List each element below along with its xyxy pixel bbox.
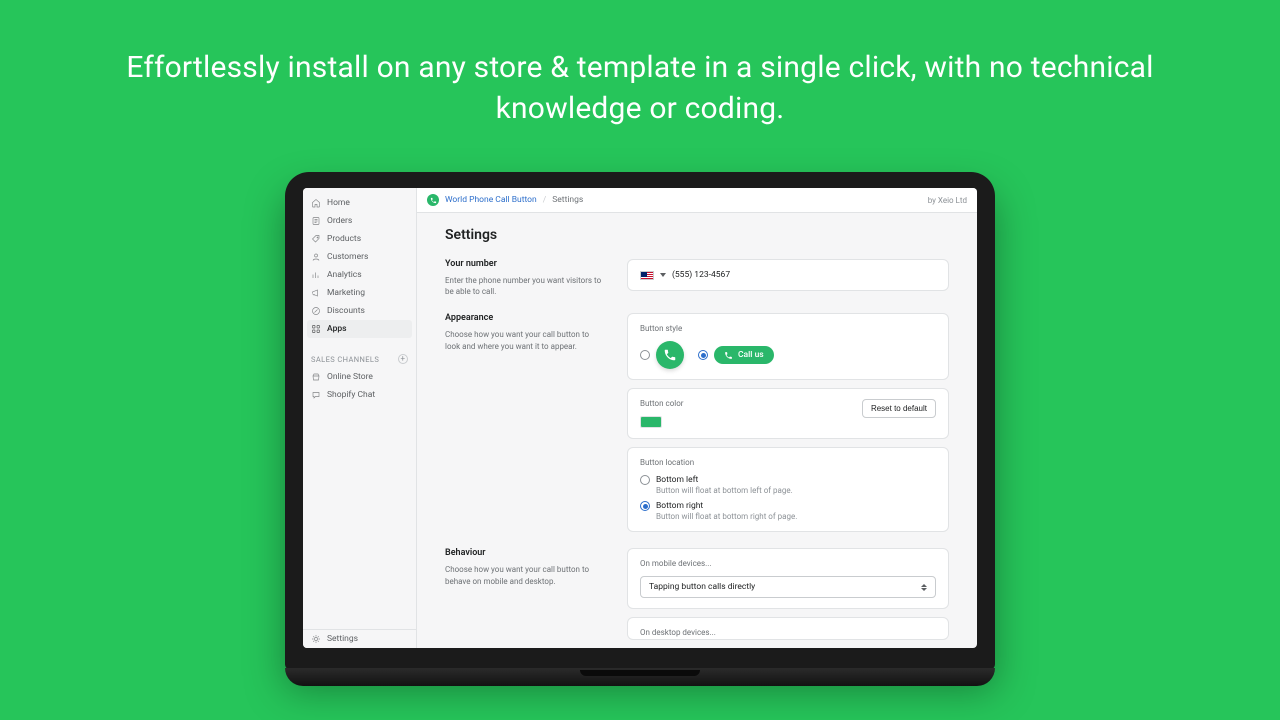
radio-unchecked[interactable]: [640, 350, 650, 360]
card-label: Button location: [640, 458, 936, 467]
option-title: Bottom left: [656, 475, 793, 485]
phone-number-input[interactable]: (555) 123-4567: [640, 270, 936, 280]
button-location-card: Button location Bottom left Button will …: [627, 447, 949, 532]
home-icon: [311, 198, 321, 208]
mobile-behaviour-select[interactable]: Tapping button calls directly: [640, 576, 936, 598]
admin-sidebar: Home Orders Products Customers: [303, 188, 417, 648]
laptop-base: [285, 668, 995, 686]
section-heading: Behaviour: [445, 548, 605, 558]
megaphone-icon: [311, 288, 321, 298]
sidebar-item-label: Online Store: [327, 372, 373, 382]
section-your-number: Your number Enter the phone number you w…: [445, 259, 949, 297]
desktop-behaviour-card: On desktop devices...: [627, 617, 949, 640]
radio-checked[interactable]: [640, 501, 650, 511]
country-flag-icon[interactable]: [640, 271, 654, 280]
section-help: Enter the phone number you want visitors…: [445, 275, 605, 297]
main-panel: World Phone Call Button / Settings by Xe…: [417, 188, 977, 648]
reset-to-default-button[interactable]: Reset to default: [862, 399, 936, 418]
sidebar-item-home[interactable]: Home: [303, 194, 416, 212]
card-label: Button style: [640, 324, 936, 333]
section-help: Choose how you want your call button to …: [445, 329, 605, 351]
location-option-bottom-left[interactable]: Bottom left Button will float at bottom …: [640, 475, 936, 495]
location-option-bottom-right[interactable]: Bottom right Button will float at bottom…: [640, 501, 936, 521]
sidebar-item-label: Products: [327, 234, 361, 244]
sidebar-item-marketing[interactable]: Marketing: [303, 284, 416, 302]
sidebar-item-products[interactable]: Products: [303, 230, 416, 248]
select-arrows-icon: [921, 584, 927, 591]
user-icon: [311, 252, 321, 262]
sidebar-item-label: Analytics: [327, 270, 362, 280]
radio-checked[interactable]: [698, 350, 708, 360]
orders-icon: [311, 216, 321, 226]
gear-icon: [311, 634, 321, 644]
breadcrumb-app-name[interactable]: World Phone Call Button: [445, 195, 537, 205]
pill-label: Call us: [738, 350, 764, 360]
sidebar-channel-online-store[interactable]: Online Store: [303, 368, 416, 386]
section-help: Choose how you want your call button to …: [445, 564, 605, 586]
sidebar-item-label: Settings: [327, 634, 358, 644]
card-label: On mobile devices...: [640, 559, 936, 568]
section-appearance: Appearance Choose how you want your call…: [445, 313, 949, 532]
phone-number-value: (555) 123-4567: [672, 270, 730, 280]
section-heading: Your number: [445, 259, 605, 269]
button-color-card: Button color Reset to default: [627, 388, 949, 439]
sidebar-item-label: Marketing: [327, 288, 365, 298]
card-label: Button color: [640, 399, 683, 408]
chevron-down-icon[interactable]: [660, 273, 666, 277]
page-title: Settings: [445, 227, 949, 243]
chat-icon: [311, 390, 321, 400]
option-title: Bottom right: [656, 501, 797, 511]
sidebar-item-label: Customers: [327, 252, 368, 262]
discount-icon: [311, 306, 321, 316]
phone-icon: [656, 341, 684, 369]
style-option-pill[interactable]: Call us: [698, 346, 774, 364]
sidebar-item-label: Apps: [327, 324, 347, 334]
app-screen: Home Orders Products Customers: [303, 188, 977, 648]
sidebar-item-discounts[interactable]: Discounts: [303, 302, 416, 320]
option-subtitle: Button will float at bottom left of page…: [656, 486, 793, 495]
radio-unchecked[interactable]: [640, 475, 650, 485]
tag-icon: [311, 234, 321, 244]
laptop-frame: Home Orders Products Customers: [285, 172, 995, 686]
breadcrumb-current: Settings: [552, 195, 583, 205]
option-subtitle: Button will float at bottom right of pag…: [656, 512, 797, 521]
apps-icon: [311, 324, 321, 334]
sidebar-item-customers[interactable]: Customers: [303, 248, 416, 266]
style-option-icon-only[interactable]: [640, 341, 684, 369]
sidebar-item-label: Orders: [327, 216, 352, 226]
breadcrumb-separator: /: [543, 195, 547, 205]
card-label: On desktop devices...: [640, 628, 936, 637]
store-icon: [311, 372, 321, 382]
sidebar-item-settings[interactable]: Settings: [303, 630, 416, 648]
sidebar-item-label: Discounts: [327, 306, 365, 316]
sidebar-item-label: Shopify Chat: [327, 390, 375, 400]
button-style-card: Button style: [627, 313, 949, 380]
sidebar-section-sales-channels: SALES CHANNELS +: [303, 344, 416, 368]
byline: by Xeio Ltd: [928, 196, 967, 205]
sidebar-item-apps[interactable]: Apps: [307, 320, 412, 338]
color-swatch[interactable]: [640, 416, 662, 428]
sidebar-channel-shopify-chat[interactable]: Shopify Chat: [303, 386, 416, 404]
phone-number-card: (555) 123-4567: [627, 259, 949, 291]
section-heading: Appearance: [445, 313, 605, 323]
add-channel-icon[interactable]: +: [398, 354, 408, 364]
settings-content: Settings Your number Enter the phone num…: [417, 213, 977, 648]
sidebar-item-analytics[interactable]: Analytics: [303, 266, 416, 284]
app-logo-icon: [427, 194, 439, 206]
sidebar-item-orders[interactable]: Orders: [303, 212, 416, 230]
call-us-pill: Call us: [714, 346, 774, 364]
select-value: Tapping button calls directly: [649, 582, 755, 592]
section-behaviour: Behaviour Choose how you want your call …: [445, 548, 949, 640]
sidebar-section-label: SALES CHANNELS: [311, 355, 379, 364]
sidebar-item-label: Home: [327, 198, 350, 208]
app-topbar: World Phone Call Button / Settings by Xe…: [417, 188, 977, 213]
hero-headline: Effortlessly install on any store & temp…: [0, 48, 1280, 129]
analytics-icon: [311, 270, 321, 280]
mobile-behaviour-card: On mobile devices... Tapping button call…: [627, 548, 949, 609]
